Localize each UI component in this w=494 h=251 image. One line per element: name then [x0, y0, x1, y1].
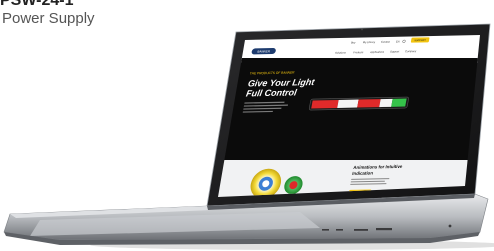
screen: BANNER Buy My Library Contact EN SUPPORT…: [218, 35, 480, 197]
nav-item-products[interactable]: Products: [353, 50, 365, 54]
nav-item-solutions[interactable]: Solutions: [335, 51, 347, 55]
nav-item-company[interactable]: Company: [405, 49, 417, 53]
hdmi-port-icon: [376, 228, 392, 231]
hero-section: [218, 58, 480, 162]
feature-title-line2: Indication: [352, 171, 374, 176]
hero-title-line2: Full Control: [245, 87, 298, 98]
feature-title-line1: Animations for Intuitive: [353, 164, 403, 170]
usb-port-icon: [322, 229, 329, 231]
support-cta-label: SUPPORT: [414, 39, 427, 42]
sd-slot-icon: [354, 229, 368, 231]
top-link-contact[interactable]: Contact: [381, 40, 391, 44]
banner-logo-text: BANNER: [257, 49, 271, 53]
top-link-library[interactable]: My Library: [363, 40, 376, 44]
nav-item-support[interactable]: Support: [390, 49, 400, 53]
camera-icon: [361, 28, 363, 31]
power-port-icon: [448, 224, 452, 228]
nav-item-applications[interactable]: Applications: [370, 50, 385, 54]
usb-port-icon: [336, 229, 343, 231]
laptop-mockup: BANNER Buy My Library Contact EN SUPPORT…: [3, 23, 494, 250]
hero-title-line1: Give Your Light: [247, 77, 316, 88]
tower-light-bar: [308, 96, 409, 111]
